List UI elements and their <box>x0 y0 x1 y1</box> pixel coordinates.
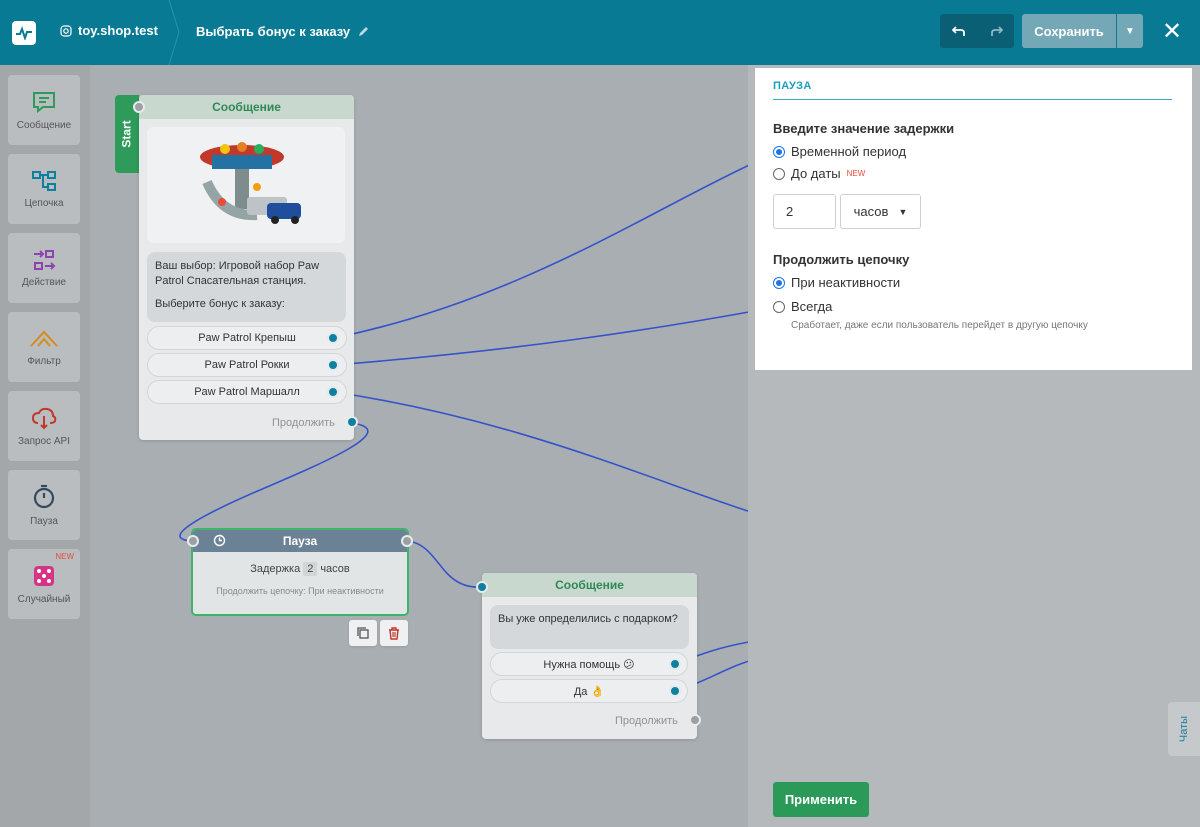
choice-button-2[interactable]: Paw Patrol Рокки <box>147 353 347 377</box>
delete-node-button[interactable] <box>380 620 408 646</box>
title-underline <box>773 99 1172 100</box>
pause-node[interactable]: Пауза Задержка 2 часов Продолжить цепочку:… <box>191 528 409 616</box>
message-node-2[interactable]: Сообщение Вы уже определились с подарком… <box>476 573 701 739</box>
apply-button[interactable]: Применить <box>773 782 869 817</box>
help-button[interactable]: Нужна помощь 😕 <box>490 652 688 676</box>
continue-label: Продолжить <box>272 417 335 429</box>
wire-button1 <box>333 159 761 339</box>
port-input[interactable] <box>476 581 488 593</box>
node-title: Сообщение <box>482 573 697 597</box>
always-hint: Сработает, даже если пользователь перейд… <box>791 320 1088 331</box>
delay-summary: Задержка 2 часов <box>250 562 350 576</box>
choice-button-1[interactable]: Paw Patrol Крепыш <box>147 326 347 350</box>
pause-settings-panel: ПАУЗА Введите значение задержки Временно… <box>755 68 1192 370</box>
port-button-1[interactable] <box>327 332 339 344</box>
wire-button3 <box>333 391 761 516</box>
chats-tab[interactable]: Чаты <box>1168 702 1200 756</box>
yes-button[interactable]: Да 👌 <box>490 679 688 703</box>
radio-until-date[interactable]: До даты NEW <box>773 166 865 181</box>
node-title: Пауза <box>282 534 318 548</box>
radio-dot <box>773 167 785 180</box>
radio-dot-selected <box>773 145 785 158</box>
message-text: Вы уже определились с подарком? <box>490 605 689 649</box>
port-button-2[interactable] <box>327 359 339 371</box>
wire-continue-to-pause <box>179 422 369 542</box>
message-text: Ваш выбор: Игровой набор Paw Patrol Спас… <box>147 252 346 322</box>
pause-port-input[interactable] <box>187 535 199 547</box>
clock-icon <box>213 534 226 547</box>
copy-node-button[interactable] <box>349 620 377 646</box>
radio-always[interactable]: Всегда <box>773 299 832 314</box>
port-continue[interactable] <box>346 416 358 428</box>
delay-value-input[interactable]: 2 <box>773 194 836 229</box>
continue-chain-label: Продолжить цепочку <box>773 252 910 267</box>
port-button-3[interactable] <box>327 386 339 398</box>
radio-on-inactivity[interactable]: При неактивности <box>773 275 900 290</box>
continue-summary: Продолжить цепочку: При неактивности <box>216 586 384 596</box>
radio-dot-selected <box>773 276 785 289</box>
delay-unit-select[interactable]: часов ▼ <box>840 194 921 229</box>
radio-dot <box>773 300 785 313</box>
start-message-node[interactable]: Сообщение Ваш выбор: Игровой набор Paw P… <box>133 95 358 440</box>
port-yes[interactable] <box>669 685 681 697</box>
wire-pause-to-message <box>407 540 483 588</box>
choice-button-3[interactable]: Paw Patrol Маршалл <box>147 380 347 404</box>
wire-button2 <box>333 309 761 366</box>
chevron-down-icon: ▼ <box>898 206 908 217</box>
settings-title: ПАУЗА <box>773 80 812 92</box>
copy-icon <box>357 627 369 639</box>
pause-node-header: Пауза <box>193 530 407 552</box>
continue-label: Продолжить <box>615 715 678 727</box>
port-continue[interactable] <box>689 714 701 726</box>
delay-label: Введите значение задержки <box>773 121 955 136</box>
toy-set-image <box>200 142 301 224</box>
product-image <box>147 127 345 243</box>
node-title: Сообщение <box>139 95 354 119</box>
port-input[interactable] <box>133 101 145 113</box>
radio-time-period[interactable]: Временной период <box>773 144 906 159</box>
trash-icon <box>389 626 399 640</box>
new-badge: NEW <box>846 169 866 178</box>
port-help[interactable] <box>669 658 681 670</box>
pause-port-output[interactable] <box>401 535 413 547</box>
